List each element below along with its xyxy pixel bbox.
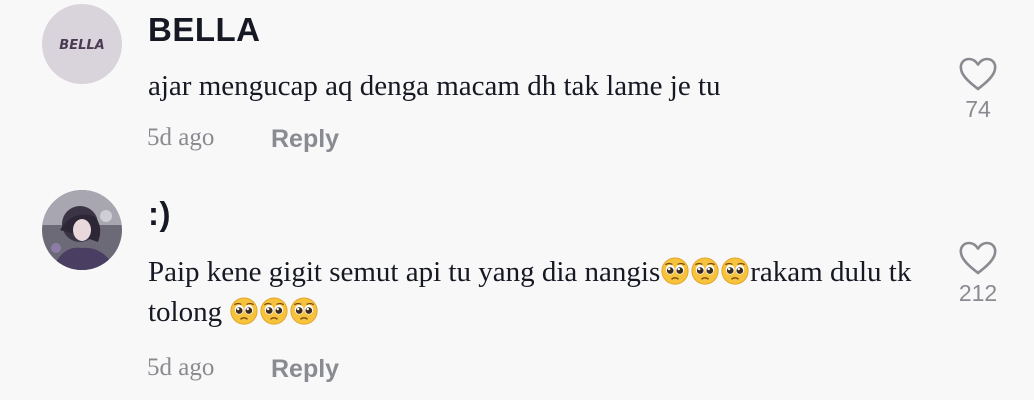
like-count: 74	[965, 96, 991, 122]
pleading-face-emoji	[290, 297, 318, 325]
pleading-face-emoji	[230, 297, 258, 325]
like-count: 212	[958, 280, 998, 306]
heart-outline-icon	[958, 240, 998, 276]
pleading-face-emoji	[721, 257, 749, 285]
pleading-face-emoji	[661, 257, 689, 285]
avatar-logo-text: BELLA	[59, 38, 104, 53]
comment-text: ajar mengucap aq denga macam dh tak lame…	[148, 70, 721, 102]
comment-text-part: Paip kene gigit semut api tu yang dia na…	[148, 256, 661, 288]
comment-username[interactable]: BELLA	[148, 11, 261, 49]
pleading-face-emoji	[691, 257, 719, 285]
pleading-face-emoji	[260, 297, 288, 325]
comment-timestamp: 5d ago	[147, 124, 215, 151]
comment-timestamp: 5d ago	[147, 354, 215, 381]
avatar[interactable]: BELLA	[42, 4, 122, 84]
comment-item: BELLA BELLA ajar mengucap aq denga macam…	[0, 0, 1034, 178]
avatar[interactable]	[42, 190, 122, 270]
comment-text: Paip kene gigit semut api tu yang dia na…	[148, 252, 938, 332]
reply-button[interactable]: Reply	[271, 355, 339, 384]
like-button[interactable]: 74	[938, 56, 1018, 123]
heart-outline-icon	[958, 56, 998, 92]
comment-username[interactable]: :)	[148, 195, 171, 233]
comment-item: :) Paip kene gigit semut api tu yang dia…	[0, 178, 1034, 400]
like-button[interactable]: 212	[938, 240, 1018, 307]
reply-button[interactable]: Reply	[271, 125, 339, 154]
